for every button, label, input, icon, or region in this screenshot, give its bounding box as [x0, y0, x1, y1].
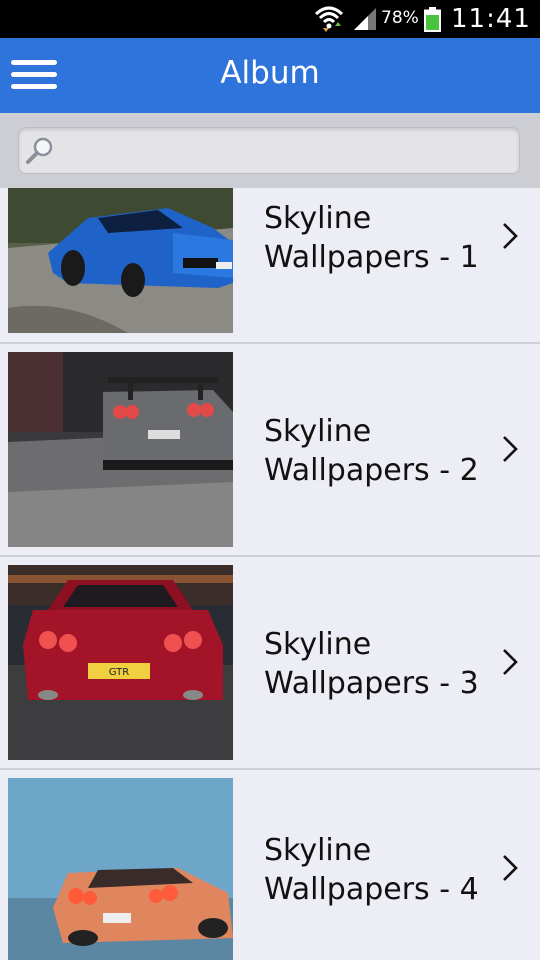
chevron-right-icon [503, 223, 518, 249]
album-item-title: Skyline Wallpapers - 2 [264, 414, 479, 488]
album-item-2[interactable]: Skyline Wallpapers - 2 [0, 344, 540, 557]
search-field[interactable] [18, 127, 520, 174]
album-item-title: Skyline Wallpapers - 4 [264, 833, 479, 907]
album-item-1[interactable]: Skyline Wallpapers - 1 [0, 188, 540, 344]
app-bar: Album [0, 38, 540, 113]
album-item-3[interactable]: GTR Skyline Wallpapers - 3 [0, 557, 540, 770]
svg-text:GTR: GTR [109, 667, 130, 678]
chevron-right-icon [503, 855, 518, 881]
signal-icon [354, 8, 376, 30]
search-input[interactable] [63, 134, 507, 168]
chevron-right-icon [503, 649, 518, 675]
clock: 11:41 [451, 4, 531, 34]
battery-icon [424, 7, 441, 32]
album-thumbnail: GTR [8, 565, 233, 760]
chevron-right-icon [503, 436, 518, 462]
battery-percent: 78% [381, 8, 419, 28]
album-list: Skyline Wallpapers - 1 Skyline Wallpaper… [0, 188, 540, 960]
page-title: Album [220, 55, 320, 91]
wifi-icon [314, 6, 344, 32]
album-item-4[interactable]: Skyline Wallpapers - 4 [0, 770, 540, 960]
search-bar [0, 113, 540, 188]
magnifier-icon [26, 137, 53, 164]
album-thumbnail [8, 778, 233, 960]
album-thumbnail [8, 188, 233, 333]
album-item-title: Skyline Wallpapers - 1 [264, 201, 479, 275]
status-bar: 78% 11:41 [0, 0, 540, 38]
album-thumbnail [8, 352, 233, 547]
album-item-title: Skyline Wallpapers - 3 [264, 627, 479, 701]
